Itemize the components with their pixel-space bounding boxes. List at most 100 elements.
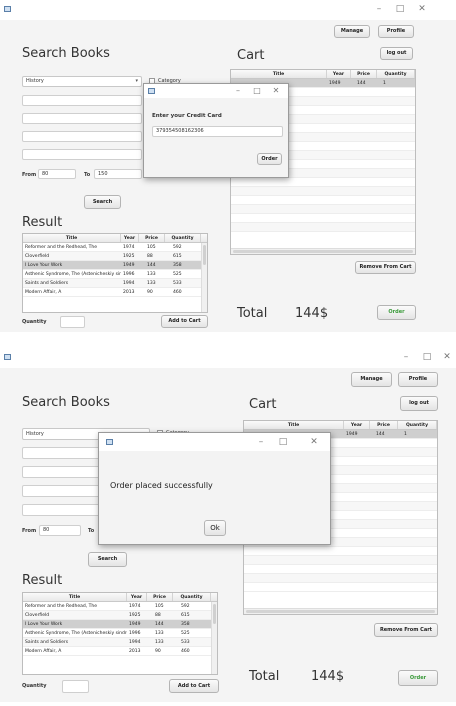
cart-horizontal-scrollbar[interactable]: [231, 248, 415, 254]
cell-title: Reformer and the Redhead, The: [25, 604, 97, 609]
col-price[interactable]: Price: [139, 234, 165, 242]
minimize-icon[interactable]: –: [372, 3, 386, 15]
maximize-icon[interactable]: □: [393, 3, 407, 15]
dialog-app-icon: [106, 439, 113, 445]
profile-button[interactable]: Profile: [398, 372, 438, 387]
remove-from-cart-button[interactable]: Remove From Cart: [355, 261, 416, 274]
quantity-input[interactable]: [62, 680, 89, 693]
cart-horizontal-scrollbar[interactable]: [244, 608, 437, 614]
result-scrollbar[interactable]: [211, 602, 217, 674]
cart-col-price[interactable]: Price: [370, 421, 398, 429]
from-input[interactable]: 80: [38, 169, 76, 179]
dialog-maximize-icon[interactable]: □: [276, 436, 290, 448]
dialog-maximize-icon[interactable]: □: [250, 85, 264, 97]
search-button[interactable]: Search: [88, 552, 127, 567]
scroll-thumb[interactable]: [233, 250, 413, 253]
total-label: Total: [237, 306, 268, 321]
filter-field-1[interactable]: [22, 95, 142, 106]
scroll-thumb[interactable]: [246, 610, 435, 613]
dialog-minimize-icon[interactable]: –: [231, 85, 245, 97]
result-table[interactable]: Title Year Price Quantity Reformer and t…: [22, 233, 208, 313]
table-row[interactable]: Saints and Soldiers 1994 133 533: [23, 638, 217, 647]
search-button[interactable]: Search: [84, 195, 121, 209]
table-row[interactable]: Modern Affair, A 2013 90 460: [23, 647, 217, 656]
table-row[interactable]: Asthenic Syndrome, The (Astenicheskiy si…: [23, 270, 207, 279]
credit-card-input[interactable]: 379354508162306: [152, 126, 283, 137]
minimize-icon[interactable]: –: [399, 351, 413, 363]
manage-button[interactable]: Manage: [351, 372, 392, 387]
cell-price: 105: [147, 245, 156, 250]
col-title[interactable]: Title: [23, 234, 121, 242]
cart-col-quantity[interactable]: Quantity: [377, 70, 415, 78]
col-price[interactable]: Price: [147, 593, 173, 601]
cell-year: 2013: [129, 649, 141, 654]
col-year[interactable]: Year: [121, 234, 139, 242]
table-row[interactable]: Cloverfield 1925 88 615: [23, 611, 217, 620]
scroll-thumb[interactable]: [203, 245, 206, 265]
cell-title: Reformer and the Redhead, The: [25, 245, 97, 250]
cart-cell-price: 144: [376, 432, 385, 437]
to-input[interactable]: 150: [94, 169, 142, 179]
add-to-cart-button[interactable]: Add to Cart: [161, 315, 208, 328]
cell-quantity: 525: [173, 272, 182, 277]
col-year[interactable]: Year: [127, 593, 147, 601]
close-icon[interactable]: ✕: [440, 351, 454, 363]
col-quantity[interactable]: Quantity: [165, 234, 201, 242]
cell-year: 1925: [129, 613, 141, 618]
cell-year: 2013: [123, 290, 135, 295]
cart-col-price[interactable]: Price: [351, 70, 377, 78]
filter-field-2[interactable]: [22, 113, 142, 124]
maximize-icon[interactable]: □: [420, 351, 434, 363]
add-to-cart-button[interactable]: Add to Cart: [169, 679, 219, 693]
close-icon[interactable]: ✕: [415, 3, 429, 15]
order-button[interactable]: Order: [398, 670, 438, 686]
col-title[interactable]: Title: [23, 593, 127, 601]
table-row-selected[interactable]: I Love Your Work 1949 144 358: [23, 261, 207, 270]
table-row[interactable]: Asthenic Syndrome, The (Astenicheskiy si…: [23, 629, 217, 638]
result-scrollbar[interactable]: [201, 243, 207, 312]
profile-button[interactable]: Profile: [378, 25, 414, 38]
cell-year: 1996: [123, 272, 135, 277]
scroll-thumb[interactable]: [213, 604, 216, 624]
cell-year: 1994: [123, 281, 135, 286]
dialog-close-icon[interactable]: ✕: [307, 436, 321, 448]
table-row[interactable]: Saints and Soldiers 1994 133 533: [23, 279, 207, 288]
quantity-input[interactable]: [60, 316, 85, 328]
category-select[interactable]: History ▾: [22, 76, 142, 87]
cart-empty-row: [231, 223, 415, 232]
remove-from-cart-button[interactable]: Remove From Cart: [374, 623, 438, 637]
from-input[interactable]: 80: [39, 525, 81, 536]
table-row-selected[interactable]: I Love Your Work 1949 144 358: [23, 620, 217, 629]
table-row[interactable]: Reformer and the Redhead, The 1974 105 592: [23, 602, 217, 611]
cart-empty-row: [231, 205, 415, 214]
table-row[interactable]: Modern Affair, A 2013 90 460: [23, 288, 207, 297]
manage-button[interactable]: Manage: [334, 25, 370, 38]
category-value: History: [26, 78, 44, 84]
col-quantity[interactable]: Quantity: [173, 593, 211, 601]
table-row[interactable]: Cloverfield 1925 88 615: [23, 252, 207, 261]
cart-cell-year: 1949: [329, 81, 341, 86]
order-button[interactable]: Order: [377, 305, 416, 320]
cart-col-quantity[interactable]: Quantity: [398, 421, 437, 429]
cell-price: 133: [147, 281, 156, 286]
cart-col-year[interactable]: Year: [327, 70, 351, 78]
dialog-close-icon[interactable]: ✕: [269, 85, 283, 97]
table-row[interactable]: Reformer and the Redhead, The 1974 105 592: [23, 243, 207, 252]
result-table-header: Title Year Price Quantity: [23, 593, 217, 602]
ok-button[interactable]: Ok: [204, 520, 226, 536]
cell-quantity: 460: [181, 649, 190, 654]
quantity-label: Quantity: [22, 683, 47, 689]
logout-button[interactable]: log out: [380, 47, 413, 60]
cart-col-title[interactable]: Title: [244, 421, 344, 429]
dialog-order-button[interactable]: Order: [257, 153, 282, 165]
cell-year: 1994: [129, 640, 141, 645]
cell-year: 1974: [123, 245, 135, 250]
to-label: To: [84, 172, 91, 178]
logout-button[interactable]: log out: [400, 396, 438, 411]
result-table[interactable]: Title Year Price Quantity Reformer and t…: [22, 592, 218, 675]
cart-col-year[interactable]: Year: [344, 421, 370, 429]
filter-field-3[interactable]: [22, 131, 142, 142]
filter-field-4[interactable]: [22, 149, 142, 160]
dialog-minimize-icon[interactable]: –: [254, 436, 268, 448]
cart-col-title[interactable]: Title: [231, 70, 327, 78]
